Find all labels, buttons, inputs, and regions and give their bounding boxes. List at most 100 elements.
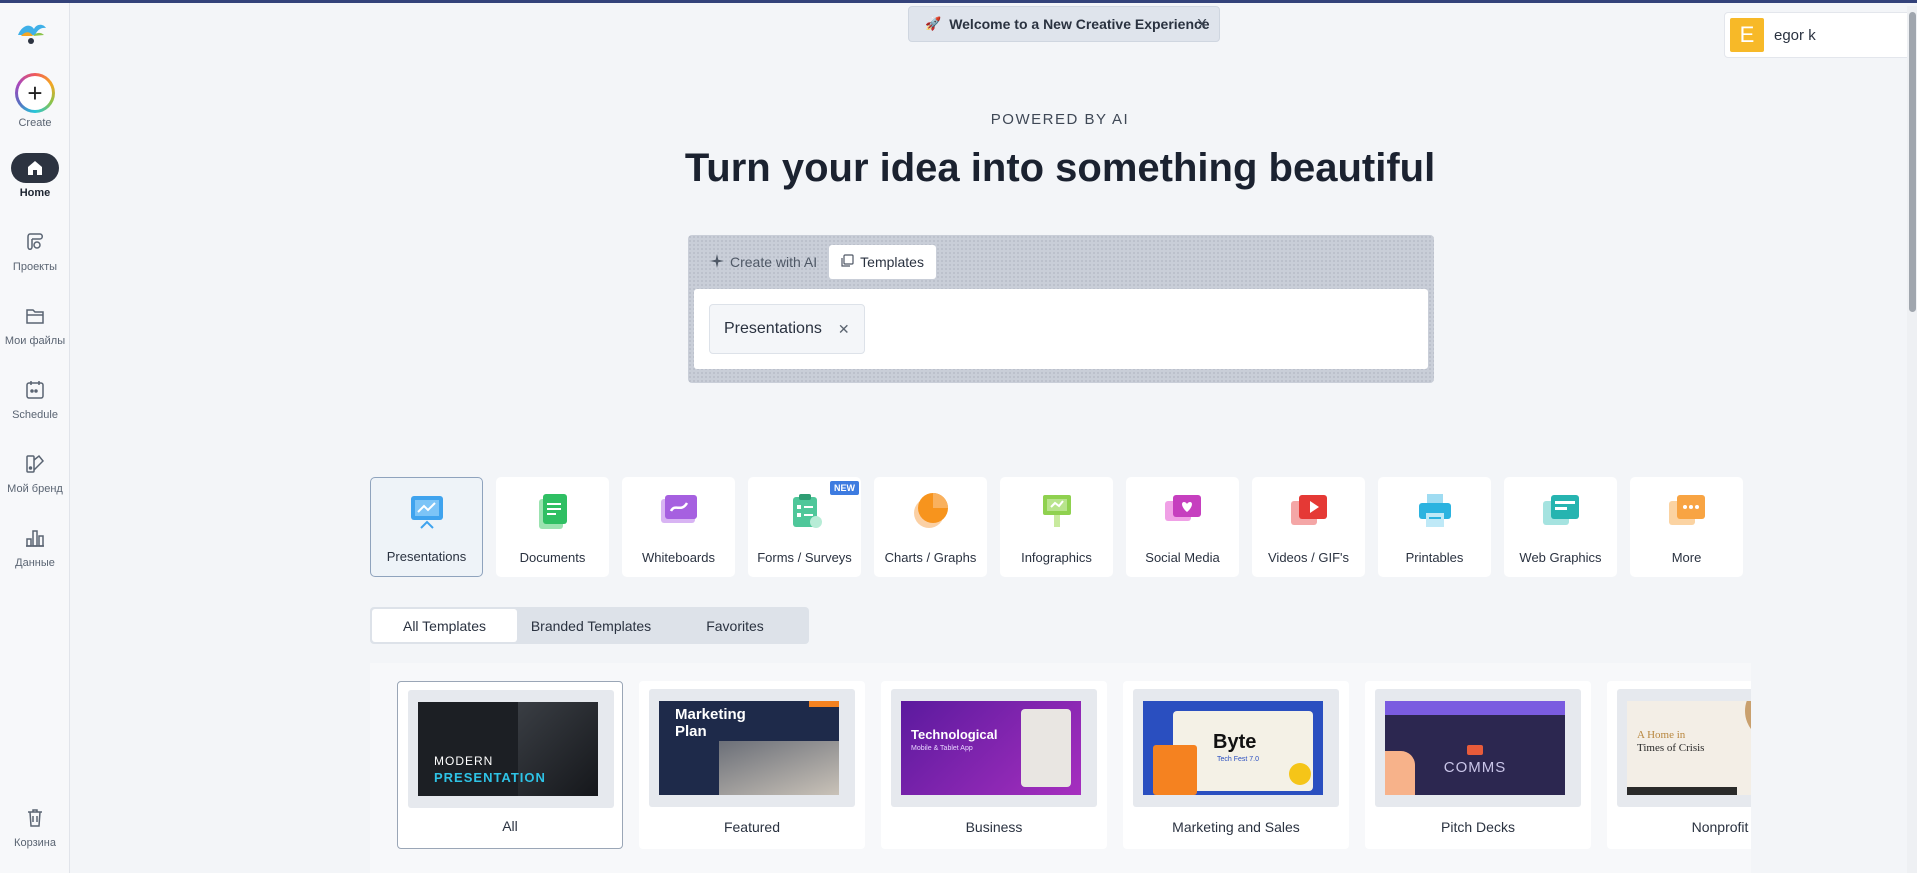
category-label: More — [1671, 550, 1702, 565]
nav-create-label: Create — [18, 117, 52, 129]
nav-projects[interactable]: Проекты — [0, 227, 70, 287]
category-label: Charts / Graphs — [884, 550, 977, 565]
template-thumbnail: MODERN PRESENTATION — [418, 702, 598, 796]
category-forms-surveys[interactable]: NEW Forms / Surveys — [748, 477, 861, 577]
template-label: Pitch Decks — [1441, 819, 1515, 835]
category-more[interactable]: More — [1630, 477, 1743, 577]
chip-remove-icon[interactable]: ✕ — [838, 321, 850, 338]
nav-trash[interactable]: Корзина — [0, 803, 70, 863]
ai-search-panel: Create with AI Templates Presentations ✕ — [688, 235, 1434, 383]
presentation-icon — [410, 496, 443, 529]
category-label: Forms / Surveys — [757, 550, 852, 565]
calendar-icon — [11, 375, 59, 405]
welcome-text: Welcome to a New Creative Experience — [949, 16, 1210, 32]
tab-create-with-ai[interactable]: Create with AI — [698, 245, 829, 279]
nav-trash-label: Корзина — [14, 837, 56, 849]
hero-eyebrow: POWERED BY AI — [990, 111, 1130, 128]
category-documents[interactable]: Documents — [496, 477, 609, 577]
whiteboard-icon — [660, 495, 697, 523]
category-videos-gifs[interactable]: Videos / GIF's — [1252, 477, 1365, 577]
tab-templates[interactable]: Templates — [829, 245, 936, 279]
nav-brand[interactable]: Мой бренд — [0, 449, 70, 509]
category-label: Videos / GIF's — [1268, 550, 1349, 565]
sparkle-icon — [710, 253, 724, 271]
template-label: Business — [965, 819, 1023, 835]
nav-data[interactable]: Данные — [0, 523, 70, 583]
avatar: E — [1730, 18, 1764, 52]
template-card-featured[interactable]: Marketing Plan Featured — [639, 681, 865, 849]
template-thumbnail: Marketing Plan — [659, 701, 839, 795]
user-name: egor k — [1774, 26, 1816, 44]
category-label: Web Graphics — [1519, 550, 1602, 565]
template-label: Featured — [723, 819, 781, 835]
nav-data-label: Данные — [15, 557, 55, 569]
category-label: Social Media — [1145, 550, 1220, 565]
template-label: Nonprofit — [1691, 819, 1749, 835]
search-input[interactable]: Presentations ✕ — [694, 289, 1428, 369]
template-filter-tabs: All Templates Branded Templates Favorite… — [370, 607, 809, 644]
more-grid-icon — [1668, 495, 1705, 525]
scrollbar-thumb[interactable] — [1909, 12, 1916, 312]
social-media-icon — [1164, 495, 1201, 521]
projects-icon — [11, 227, 59, 257]
nav-files[interactable]: Мои файлы — [0, 301, 70, 361]
chip-label: Presentations — [724, 320, 822, 337]
category-infographics[interactable]: Infographics — [1000, 477, 1113, 577]
category-web-graphics[interactable]: Web Graphics — [1504, 477, 1617, 577]
page-title: Turn your idea into something beautiful — [684, 146, 1436, 190]
nav-home-label: Home — [19, 187, 51, 199]
category-label: Presentations — [386, 549, 467, 564]
data-chart-icon — [11, 523, 59, 553]
template-card-pitch-decks[interactable]: COMMS Pitch Decks — [1365, 681, 1591, 849]
category-label: Documents — [519, 550, 586, 565]
template-card-marketing-and-sales[interactable]: Byte Tech Fest 7.0 Marketing and Sales — [1123, 681, 1349, 849]
nav-schedule-label: Schedule — [12, 409, 58, 421]
form-survey-icon — [792, 494, 822, 528]
template-card-business[interactable]: Technological Mobile & Tablet App Busine… — [881, 681, 1107, 849]
template-thumbnail: Byte Tech Fest 7.0 — [1143, 701, 1323, 795]
trash-icon — [11, 803, 59, 833]
nav-brand-label: Мой бренд — [7, 483, 63, 495]
template-thumbnail: COMMS — [1385, 701, 1565, 795]
category-charts-graphs[interactable]: Charts / Graphs — [874, 477, 987, 577]
scrollbar[interactable] — [1907, 6, 1917, 873]
filter-chip-presentations[interactable]: Presentations ✕ — [709, 304, 865, 354]
pie-chart-icon — [913, 493, 948, 528]
nav-projects-label: Проекты — [12, 261, 58, 273]
category-row: Presentations Documents Whiteboards NEW — [370, 477, 1743, 577]
category-label: Whiteboards — [642, 550, 715, 565]
app-logo-icon[interactable] — [16, 21, 48, 45]
template-thumbnail: A Home in Times of Crisis — [1627, 701, 1751, 795]
video-icon — [1290, 495, 1327, 525]
user-menu[interactable]: E egor k — [1724, 12, 1917, 58]
printer-icon — [1418, 494, 1451, 527]
category-presentations[interactable]: Presentations — [370, 477, 483, 577]
welcome-banner[interactable]: 🚀 Welcome to a New Creative Experience X — [908, 6, 1220, 42]
create-plus-icon: + — [15, 73, 55, 113]
brand-kit-icon — [11, 449, 59, 479]
document-icon — [538, 494, 567, 529]
web-graphics-icon — [1542, 495, 1579, 525]
template-label: Marketing and Sales — [1172, 819, 1300, 835]
nav-create[interactable]: + Create — [0, 73, 70, 133]
infographic-icon — [1042, 495, 1071, 527]
category-social-media[interactable]: Social Media — [1126, 477, 1239, 577]
tab-favorites[interactable]: Favorites — [665, 609, 805, 642]
tab-all-templates[interactable]: All Templates — [372, 609, 517, 642]
rocket-icon: 🚀 — [925, 16, 942, 31]
folder-icon — [11, 301, 59, 331]
tab-branded-templates[interactable]: Branded Templates — [517, 609, 665, 642]
nav-schedule[interactable]: Schedule — [0, 375, 70, 435]
template-card-nonprofit[interactable]: A Home in Times of Crisis Nonprofit — [1607, 681, 1751, 849]
category-label: Infographics — [1021, 550, 1092, 565]
template-card-all[interactable]: MODERN PRESENTATION All — [397, 681, 623, 849]
main-content: 🚀 Welcome to a New Creative Experience X… — [70, 3, 1917, 873]
nav-home[interactable]: Home — [0, 153, 70, 213]
category-whiteboards[interactable]: Whiteboards — [622, 477, 735, 577]
home-icon — [11, 153, 59, 183]
template-carousel: MODERN PRESENTATION All Marketing Plan F… — [370, 663, 1751, 873]
category-printables[interactable]: Printables — [1378, 477, 1491, 577]
banner-close-button[interactable]: X — [1197, 16, 1207, 33]
template-thumbnail: Technological Mobile & Tablet App — [901, 701, 1081, 795]
tab-templates-label: Templates — [860, 254, 924, 270]
